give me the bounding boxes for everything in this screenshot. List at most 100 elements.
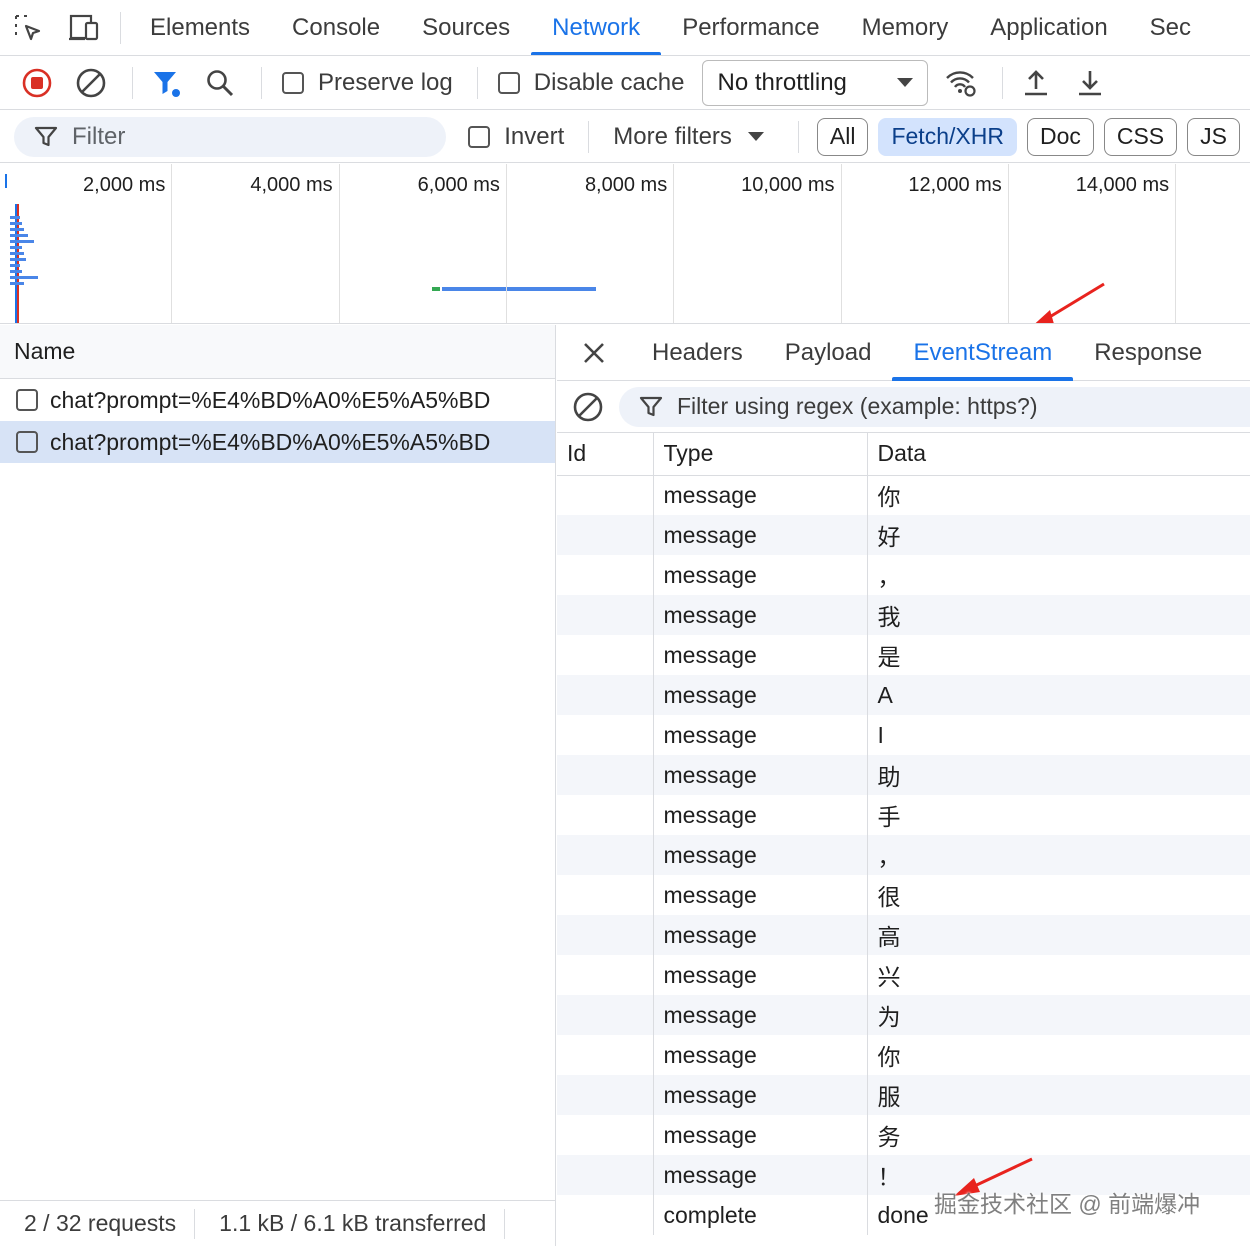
table-row[interactable]: message A	[557, 675, 1250, 715]
filter-input[interactable]: Filter	[14, 116, 447, 157]
checkbox-box[interactable]	[468, 125, 491, 148]
export-har-button[interactable]	[1067, 60, 1113, 106]
more-filters-dropdown[interactable]: More filters	[613, 123, 764, 151]
disable-cache-checkbox[interactable]: Disable cache	[488, 68, 685, 97]
table-row[interactable]: message 为	[557, 995, 1250, 1035]
table-row[interactable]: message 好	[557, 515, 1250, 555]
event-id-cell	[557, 635, 654, 675]
filter-chip-css[interactable]: CSS	[1103, 117, 1178, 156]
event-data-cell: 务	[867, 1115, 1250, 1155]
clear-events-button[interactable]	[557, 391, 619, 423]
event-id-cell	[557, 1155, 654, 1195]
transferred-size: 1.1 kB / 6.1 kB transferred	[219, 1210, 487, 1236]
table-row[interactable]: message 手	[557, 795, 1250, 835]
import-har-button[interactable]	[1013, 60, 1059, 106]
regex-filter-input[interactable]: Filter using regex (example: https?)	[619, 386, 1250, 427]
disable-cache-label: Disable cache	[533, 68, 685, 96]
filter-placeholder: Filter	[72, 122, 126, 150]
event-id-cell	[557, 835, 654, 875]
search-button[interactable]	[197, 60, 243, 106]
invert-label: Invert	[504, 122, 565, 150]
event-id-cell	[557, 715, 654, 755]
divider	[476, 66, 478, 99]
checkbox-box[interactable]	[16, 431, 38, 453]
table-row[interactable]: message 很	[557, 875, 1250, 915]
throttling-select[interactable]: No throttling	[702, 59, 929, 106]
request-row[interactable]: chat?prompt=%E4%BD%A0%E5%A5%BD	[0, 421, 555, 463]
upload-icon	[1025, 69, 1048, 95]
table-row[interactable]: message 你	[557, 475, 1250, 515]
table-row[interactable]: message 兴	[557, 955, 1250, 995]
tab-elements[interactable]: Elements	[129, 0, 271, 55]
divider	[261, 66, 262, 99]
event-type-cell: message	[653, 1155, 868, 1195]
event-data-cell: 为	[867, 995, 1250, 1035]
filter-chip-all[interactable]: All	[816, 117, 869, 156]
close-detail-button[interactable]	[557, 325, 631, 381]
download-icon	[1079, 70, 1102, 95]
checkbox-box[interactable]	[16, 389, 38, 411]
tab-performance[interactable]: Performance	[661, 0, 840, 55]
table-row[interactable]: message 你	[557, 1035, 1250, 1075]
table-row[interactable]: message 是	[557, 635, 1250, 675]
event-type-cell: message	[653, 1075, 868, 1115]
tab-response[interactable]: Response	[1073, 325, 1223, 381]
grid-line	[338, 164, 340, 323]
funnel-icon	[34, 126, 58, 146]
checkbox-box[interactable]	[282, 71, 304, 94]
device-toolbar-icon[interactable]	[56, 0, 112, 55]
tab-payload[interactable]: Payload	[764, 325, 893, 381]
name-column-header[interactable]: Name	[0, 325, 555, 379]
checkbox-box[interactable]	[497, 71, 520, 94]
event-data-cell: 手	[867, 795, 1250, 835]
table-row[interactable]: message 服	[557, 1075, 1250, 1115]
tab-network[interactable]: Network	[531, 0, 662, 55]
table-row[interactable]: message 务	[557, 1115, 1250, 1155]
event-id-cell	[557, 755, 654, 795]
event-data-cell: 助	[867, 755, 1250, 795]
event-type-cell: message	[653, 475, 868, 515]
filter-chip-doc[interactable]: Doc	[1026, 117, 1094, 156]
filter-chip-fetchxhr[interactable]: Fetch/XHR	[878, 117, 1017, 156]
grid-line	[171, 164, 173, 323]
tab-sources[interactable]: Sources	[401, 0, 531, 55]
stop-recording-button[interactable]	[14, 60, 60, 106]
request-list: chat?prompt=%E4%BD%A0%E5%A5%BD chat?promp…	[0, 379, 555, 463]
table-row[interactable]: message 助	[557, 755, 1250, 795]
search-icon	[207, 69, 234, 96]
event-type-cell: message	[653, 555, 868, 595]
event-id-cell	[557, 995, 654, 1035]
id-column-header[interactable]: Id	[557, 433, 654, 476]
close-icon	[584, 342, 604, 363]
request-row[interactable]: chat?prompt=%E4%BD%A0%E5%A5%BD	[0, 379, 555, 421]
tab-eventstream[interactable]: EventStream	[892, 325, 1073, 381]
type-column-header[interactable]: Type	[653, 433, 868, 476]
filter-toggle-button[interactable]	[143, 60, 189, 106]
event-type-cell: message	[653, 755, 868, 795]
data-column-header[interactable]: Data	[867, 433, 1250, 476]
table-row[interactable]: message I	[557, 715, 1250, 755]
network-conditions-button[interactable]	[938, 60, 984, 106]
event-type-cell: message	[653, 635, 868, 675]
tab-application[interactable]: Application	[969, 0, 1128, 55]
tab-memory[interactable]: Memory	[841, 0, 970, 55]
event-data-cell: 服	[867, 1075, 1250, 1115]
clear-button[interactable]	[68, 60, 114, 106]
filter-icon	[154, 71, 180, 97]
table-row[interactable]: message 高	[557, 915, 1250, 955]
request-name: chat?prompt=%E4%BD%A0%E5%A5%BD	[50, 386, 491, 413]
tab-console[interactable]: Console	[271, 0, 401, 55]
network-overview-timeline[interactable]: 2,000 ms 4,000 ms 6,000 ms 8,000 ms 10,000 m…	[0, 164, 1250, 324]
invert-checkbox[interactable]: Invert	[458, 123, 564, 151]
type-filter-chips: All Fetch/XHR Doc CSS JS	[816, 117, 1250, 156]
tab-headers[interactable]: Headers	[631, 325, 764, 381]
filter-chip-js[interactable]: JS	[1187, 117, 1240, 156]
preserve-log-checkbox[interactable]: Preserve log	[272, 69, 453, 97]
table-row[interactable]: message，	[557, 835, 1250, 875]
table-row[interactable]: message，	[557, 555, 1250, 595]
table-row[interactable]: message 我	[557, 595, 1250, 635]
tick-label: 10,000 ms	[741, 174, 835, 196]
tab-sec[interactable]: Sec	[1129, 0, 1212, 55]
inspect-element-icon[interactable]	[0, 0, 56, 55]
event-id-cell	[557, 555, 654, 595]
